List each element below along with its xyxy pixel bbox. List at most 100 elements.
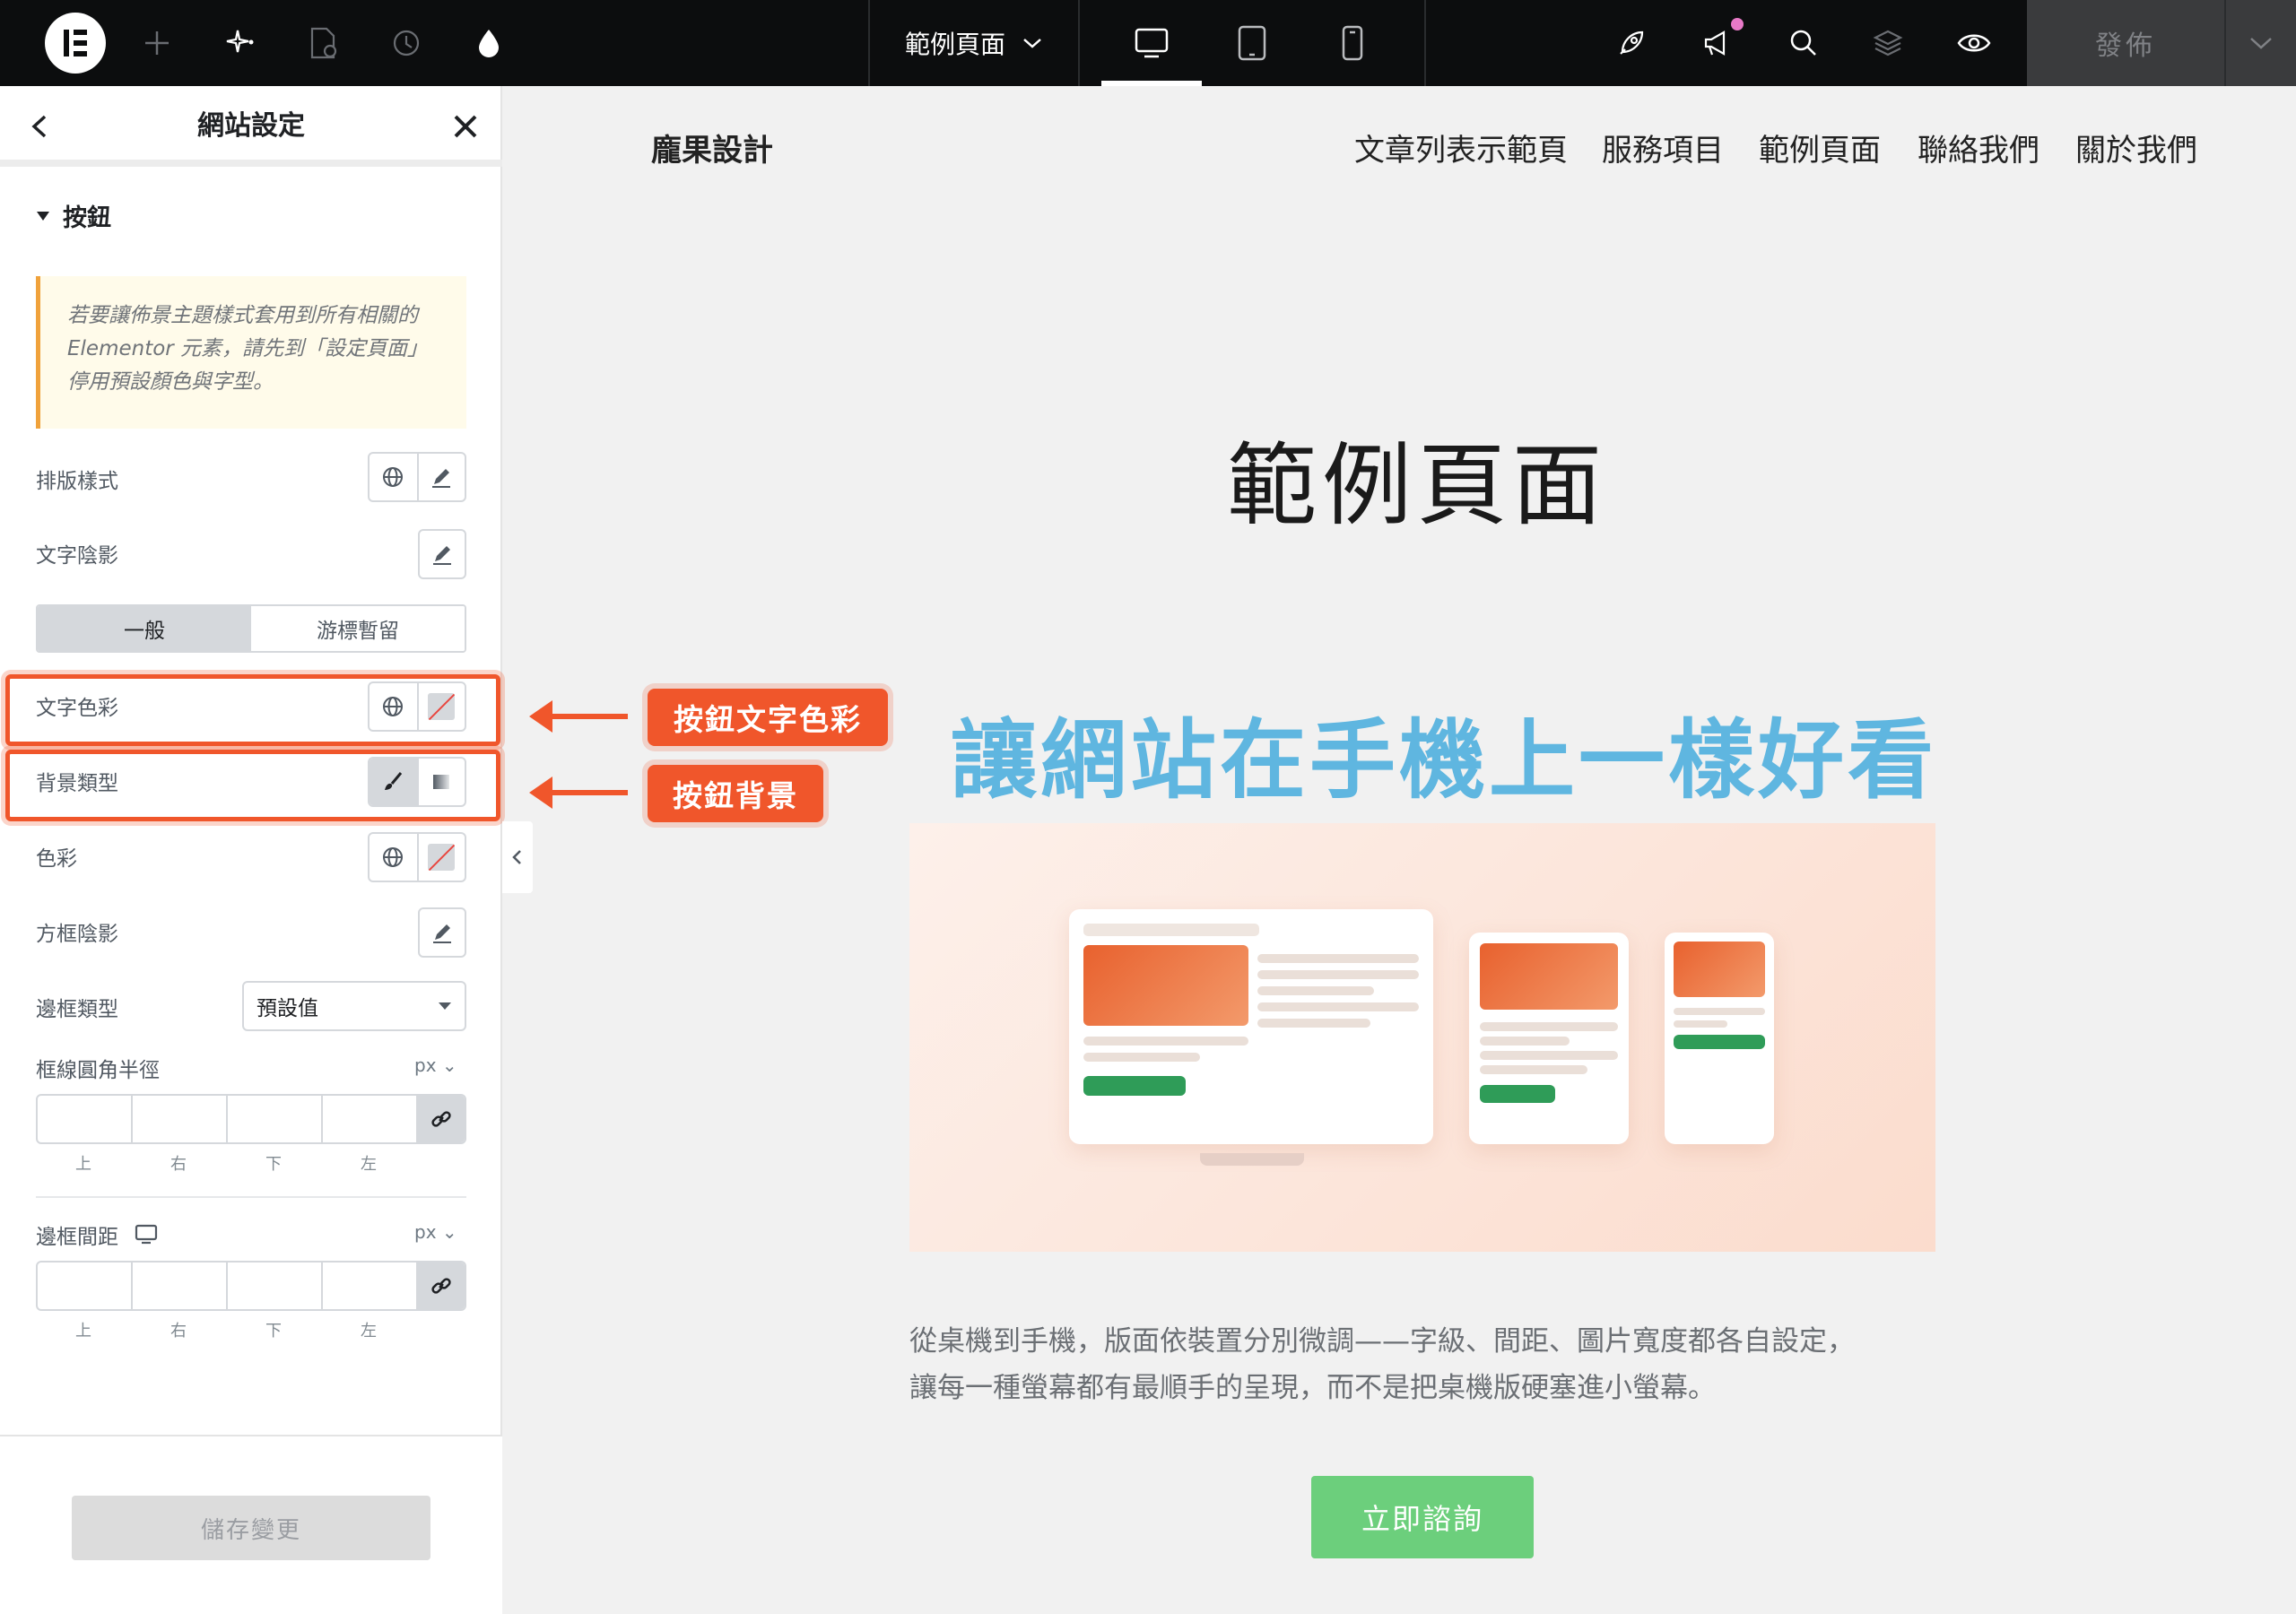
- dim-label-bottom: 下: [265, 1155, 282, 1174]
- bg-color-controls: [368, 832, 466, 882]
- save-changes-button[interactable]: 儲存變更: [72, 1496, 430, 1560]
- page-title: 範例頁面: [1227, 433, 1607, 538]
- ai-sparkle-icon[interactable]: [219, 0, 264, 86]
- bg-color-swatch[interactable]: [416, 834, 465, 881]
- publish-button[interactable]: 發佈: [2027, 0, 2224, 86]
- tab-hover[interactable]: 游標暫留: [251, 606, 465, 651]
- nav-item-services[interactable]: 服務項目: [1602, 126, 1724, 169]
- highlight-text-color: [5, 674, 500, 746]
- nav-item-articles[interactable]: 文章列表示範頁: [1354, 126, 1568, 169]
- radius-unit-label: px: [414, 1054, 437, 1076]
- phone-mockup: [1665, 933, 1774, 1144]
- layers-icon[interactable]: [1866, 0, 1910, 86]
- dim-label-right: 右: [170, 1322, 187, 1341]
- typography-label: 排版樣式: [36, 470, 118, 493]
- active-device-indicator: [1101, 81, 1202, 86]
- publish-options-button[interactable]: [2224, 0, 2296, 86]
- radius-left-input[interactable]: [323, 1096, 418, 1142]
- padding-top-input[interactable]: [38, 1263, 133, 1309]
- add-element-icon[interactable]: [135, 0, 179, 86]
- panel-header: 網站設定: [0, 86, 502, 167]
- padding-unit-label: px: [414, 1221, 437, 1243]
- border-type-select[interactable]: 預設值: [242, 981, 466, 1031]
- site-settings-drop-icon[interactable]: [466, 0, 511, 86]
- panel-title: 網站設定: [197, 110, 305, 142]
- callout-text-color: 按鈕文字色彩: [648, 689, 888, 746]
- padding-unit-select[interactable]: px ⌄: [414, 1221, 457, 1243]
- padding-dim-labels: 上 右 下 左: [36, 1318, 416, 1341]
- history-icon[interactable]: [384, 0, 429, 86]
- padding-inputs: [36, 1261, 466, 1311]
- border-type-value: 預設值: [257, 997, 318, 1020]
- tab-normal[interactable]: 一般: [38, 606, 251, 651]
- chevron-left-icon: [512, 850, 521, 864]
- search-icon[interactable]: [1781, 0, 1826, 86]
- padding-label-row: 邊框間距: [36, 1219, 158, 1250]
- tablet-view-icon[interactable]: [1202, 0, 1302, 86]
- intro-line-1: 從桌機到手機，版面依裝置分別微調——字級、間距、圖片寬度都各自設定，: [909, 1325, 1855, 1358]
- box-shadow-label: 方框陰影: [36, 923, 118, 946]
- radius-right-input[interactable]: [133, 1096, 228, 1142]
- desktop-responsive-icon[interactable]: [135, 1224, 158, 1245]
- radius-dim-labels: 上 右 下 左: [36, 1151, 416, 1175]
- back-arrow-icon[interactable]: [18, 104, 63, 149]
- intro-line-2: 讓每一種螢幕都有最順手的呈現，而不是把桌機版硬塞進小螢幕。: [909, 1372, 1716, 1404]
- desktop-mockup: [1069, 909, 1433, 1144]
- tagline-heading: 讓網站在手機上一樣好看: [951, 710, 1937, 811]
- color-label: 色彩: [36, 847, 77, 871]
- nav-item-sample-page[interactable]: 範例頁面: [1759, 126, 1881, 169]
- callout-arrow-background: [529, 777, 628, 809]
- page-settings-icon[interactable]: [301, 0, 346, 86]
- edit-typography-pencil-icon[interactable]: [416, 454, 465, 500]
- padding-right-input[interactable]: [133, 1263, 228, 1309]
- divider: [36, 1196, 466, 1198]
- global-bg-color-globe-icon[interactable]: [370, 834, 417, 881]
- rocket-icon[interactable]: [1609, 0, 1654, 86]
- theme-style-notice: 若要讓佈景主題樣式套用到所有相關的 Elementor 元素，請先到「設定頁面」…: [36, 276, 466, 429]
- highlight-background-type: [5, 750, 500, 821]
- chevron-down-icon: [2250, 38, 2272, 49]
- link-values-icon[interactable]: [418, 1263, 465, 1309]
- desktop-view-icon[interactable]: [1101, 0, 1202, 86]
- global-typography-globe-icon[interactable]: [370, 454, 417, 500]
- editor-top-bar: 範例頁面 發佈: [0, 0, 2296, 86]
- caret-down-icon: [439, 1002, 451, 1010]
- intro-paragraph: 從桌機到手機，版面依裝置分別微調——字級、間距、圖片寬度都各自設定， 讓每一種螢…: [909, 1318, 1986, 1411]
- edit-box-shadow-pencil-icon[interactable]: [418, 907, 466, 958]
- dim-label-top: 上: [75, 1155, 91, 1174]
- typography-controls: [368, 452, 466, 502]
- radius-unit-select[interactable]: px ⌄: [414, 1054, 457, 1076]
- link-values-icon[interactable]: [418, 1096, 465, 1142]
- border-radius-label: 框線圓角半徑: [36, 1059, 160, 1082]
- radius-bottom-input[interactable]: [228, 1096, 323, 1142]
- padding-left-input[interactable]: [323, 1263, 418, 1309]
- state-tabs: 一般 游標暫留: [36, 604, 466, 653]
- preview-eye-icon[interactable]: [1952, 0, 1996, 86]
- edit-text-shadow-pencil-icon[interactable]: [418, 529, 466, 579]
- announcements-icon[interactable]: [1695, 0, 1740, 86]
- section-toggle-buttons[interactable]: 按鈕: [36, 198, 111, 233]
- responsive-devices-illustration: [909, 823, 1935, 1252]
- elementor-logo-icon[interactable]: [41, 0, 109, 86]
- dim-label-top: 上: [75, 1322, 91, 1341]
- page-switcher-label: 範例頁面: [904, 30, 1005, 59]
- tablet-mockup: [1469, 933, 1629, 1144]
- consult-now-button[interactable]: 立即諮詢: [1311, 1476, 1534, 1558]
- caret-down-icon: [37, 211, 49, 221]
- close-icon[interactable]: [443, 104, 488, 149]
- nav-item-about[interactable]: 關於我們: [2075, 126, 2197, 169]
- nav-item-contact[interactable]: 聯絡我們: [1918, 126, 2039, 169]
- dim-label-left: 左: [361, 1322, 377, 1341]
- page-switcher[interactable]: 範例頁面: [870, 0, 1078, 86]
- collapse-panel-button[interactable]: [502, 821, 533, 893]
- border-type-label: 邊框類型: [36, 998, 118, 1021]
- dim-label-bottom: 下: [265, 1322, 282, 1341]
- text-shadow-label: 文字陰影: [36, 544, 118, 568]
- padding-label: 邊框間距: [36, 1226, 118, 1249]
- radius-top-input[interactable]: [38, 1096, 133, 1142]
- panel-footer: 儲存變更: [0, 1435, 502, 1614]
- site-brand[interactable]: 龐果設計: [651, 126, 773, 169]
- mobile-view-icon[interactable]: [1302, 0, 1403, 86]
- padding-bottom-input[interactable]: [228, 1263, 323, 1309]
- notification-dot: [1731, 18, 1744, 30]
